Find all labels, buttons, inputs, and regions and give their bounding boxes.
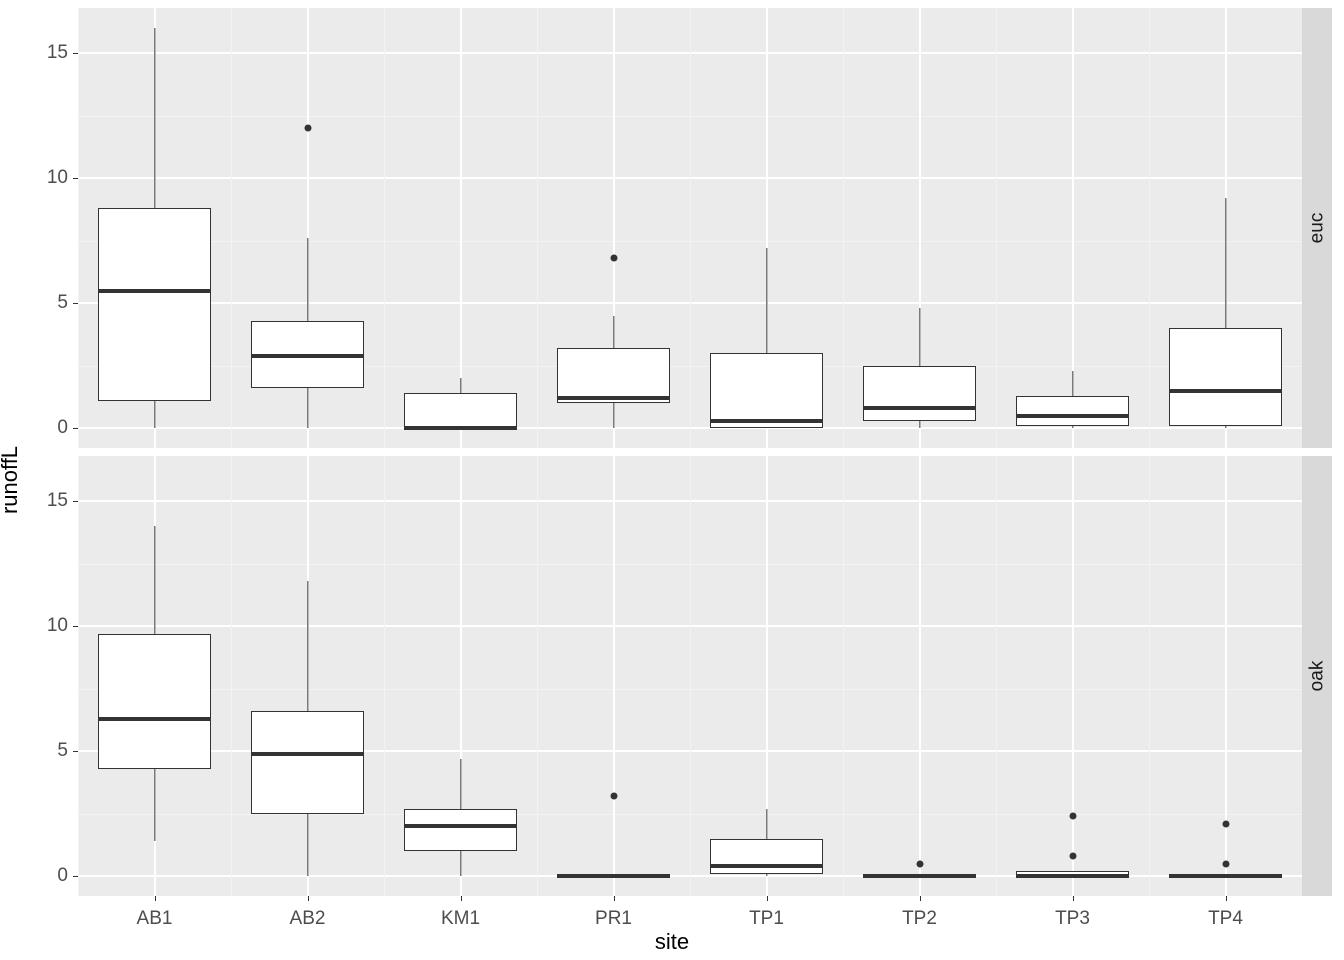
- boxplot-box: [1016, 396, 1129, 426]
- boxplot-box: [404, 393, 517, 428]
- y-tick-label: 10: [47, 615, 68, 637]
- y-tick-label: 0: [57, 865, 68, 887]
- boxplot-box: [863, 366, 976, 421]
- boxplot-box: [98, 634, 211, 769]
- boxplot-box: [710, 353, 823, 428]
- outlier-point: [1069, 813, 1076, 820]
- x-tick-label: TP3: [1055, 908, 1090, 930]
- panel-euc: [78, 8, 1302, 448]
- x-tick-label: TP2: [902, 908, 937, 930]
- x-tick-label: KM1: [441, 908, 480, 930]
- y-axis-label: runoffL: [0, 446, 23, 514]
- outlier-point: [1069, 853, 1076, 860]
- y-tick-label: 5: [57, 740, 68, 762]
- y-tick-label: 0: [57, 417, 68, 439]
- boxplot-box: [251, 711, 364, 814]
- boxplot-box: [557, 348, 670, 403]
- facet-strip-euc: euc: [1302, 8, 1332, 448]
- boxplot-box: [1169, 328, 1282, 426]
- boxplot-box: [98, 208, 211, 401]
- outlier-point: [610, 793, 617, 800]
- panel-oak: [78, 456, 1302, 896]
- outlier-point: [304, 125, 311, 132]
- x-tick-label: PR1: [595, 908, 632, 930]
- y-tick-label: 5: [57, 292, 68, 314]
- x-tick-label: AB2: [290, 908, 326, 930]
- boxplot-box: [404, 809, 517, 852]
- x-tick-label: TP1: [749, 908, 784, 930]
- y-tick-label: 10: [47, 167, 68, 189]
- outlier-point: [610, 255, 617, 262]
- outlier-point: [1222, 820, 1229, 827]
- outlier-point: [916, 860, 923, 867]
- y-tick-label: 15: [47, 490, 68, 512]
- x-axis-label: site: [655, 929, 689, 955]
- boxplot-box: [710, 839, 823, 874]
- x-tick-label: TP4: [1208, 908, 1243, 930]
- facet-strip-oak: oak: [1302, 456, 1332, 896]
- facet-label-euc: euc: [1306, 213, 1328, 244]
- facet-label-oak: oak: [1306, 661, 1328, 692]
- x-tick-label: AB1: [137, 908, 173, 930]
- y-tick-label: 15: [47, 42, 68, 64]
- figure: runoffL site euc oak 0 5 10 15 0 5 10 15 AB1 AB2 K…: [0, 0, 1344, 960]
- outlier-point: [1222, 860, 1229, 867]
